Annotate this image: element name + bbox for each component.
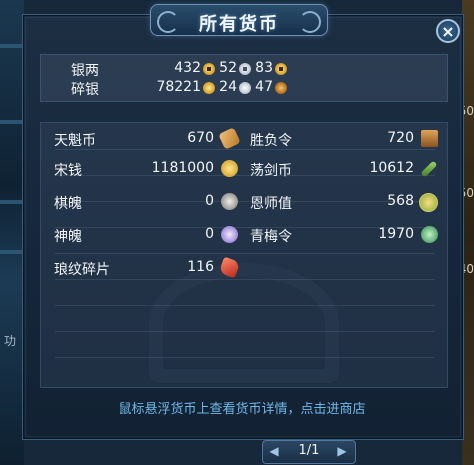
gold-coin-icon	[221, 160, 238, 177]
silver-silver-amount: 52	[219, 60, 237, 76]
page-indicator: 1/1	[298, 443, 320, 458]
copper-tael-icon	[275, 63, 287, 75]
currency-item[interactable]: 神魄 0	[54, 224, 242, 246]
silver-amount: 432	[174, 60, 201, 76]
currency-label: 天魁币	[54, 133, 96, 149]
currency-item[interactable]: 青梅令 1970	[250, 224, 442, 246]
silver-row-label: 银两	[71, 63, 99, 79]
silver-coin-icon	[239, 82, 251, 94]
currency-label: 恩师值	[250, 196, 292, 212]
silver-row-coin[interactable]: 碎银 78221 24 47	[71, 79, 291, 99]
scroll-icon	[218, 127, 241, 150]
currency-item[interactable]: 恩师值 568	[250, 191, 442, 213]
background-emblem	[149, 263, 339, 383]
silver-row-label: 碎银	[71, 82, 99, 98]
title-plate: 所有货币	[150, 4, 328, 36]
currency-item[interactable]: 棋魄 0	[54, 191, 242, 213]
purple-orb-icon	[221, 226, 238, 243]
currency-item[interactable]: 琅纹碎片 116	[54, 256, 242, 279]
currency-label: 神魄	[54, 229, 82, 245]
gold-medal-icon	[419, 193, 438, 212]
background-left-text: 功	[4, 334, 17, 348]
silver-silver-amount: 24	[219, 79, 237, 95]
currency-label: 青梅令	[250, 229, 292, 245]
currency-item[interactable]: 荡剑币 10612	[250, 158, 442, 180]
currency-label: 宋钱	[54, 163, 82, 179]
next-page-button[interactable]: ▶	[335, 443, 349, 459]
red-fragment-icon	[218, 256, 241, 279]
pagination: ◀ 1/1 ▶	[262, 440, 356, 464]
currency-value: 0	[205, 226, 214, 242]
prev-page-button[interactable]: ◀	[267, 443, 281, 459]
window-title: 所有货币	[199, 14, 279, 35]
gold-coin-icon	[203, 82, 215, 94]
silver-copper-amount: 47	[255, 79, 273, 95]
currency-value: 568	[387, 193, 414, 209]
currency-item[interactable]: 天魁币 670	[54, 127, 242, 150]
copper-coin-icon	[275, 82, 287, 94]
currency-value: 1181000	[151, 160, 214, 176]
currency-label: 琅纹碎片	[54, 262, 110, 278]
background-left-panel	[0, 0, 24, 465]
currency-value: 0	[205, 193, 214, 209]
currency-value: 1970	[378, 226, 414, 242]
currency-label: 荡剑币	[250, 163, 292, 179]
token-tablet-icon	[421, 130, 438, 147]
chess-piece-icon	[221, 193, 238, 210]
close-button[interactable]: ×	[436, 19, 460, 43]
hint-text: 鼠标悬浮货币上查看货币详情，点击进商店	[118, 402, 366, 417]
silver-row-tael[interactable]: 银两 432 52 83	[71, 60, 291, 80]
green-plum-icon	[421, 226, 438, 243]
currency-label: 胜负令	[250, 133, 292, 149]
sword-icon	[420, 160, 438, 178]
currency-item[interactable]: 胜负令 720	[250, 128, 442, 150]
silver-section: 银两 432 52 83 碎银 78221 24 47	[40, 54, 448, 102]
currency-value: 720	[387, 130, 414, 146]
currency-value: 670	[187, 130, 214, 146]
silver-amount: 78221	[156, 79, 201, 95]
currency-item[interactable]: 宋钱 1181000	[54, 158, 242, 180]
currency-label: 棋魄	[54, 196, 82, 212]
silver-copper-amount: 83	[255, 60, 273, 76]
silver-tael-icon	[239, 63, 251, 75]
gold-tael-icon	[203, 63, 215, 75]
currency-value: 116	[187, 259, 214, 275]
currency-value: 10612	[369, 160, 414, 176]
